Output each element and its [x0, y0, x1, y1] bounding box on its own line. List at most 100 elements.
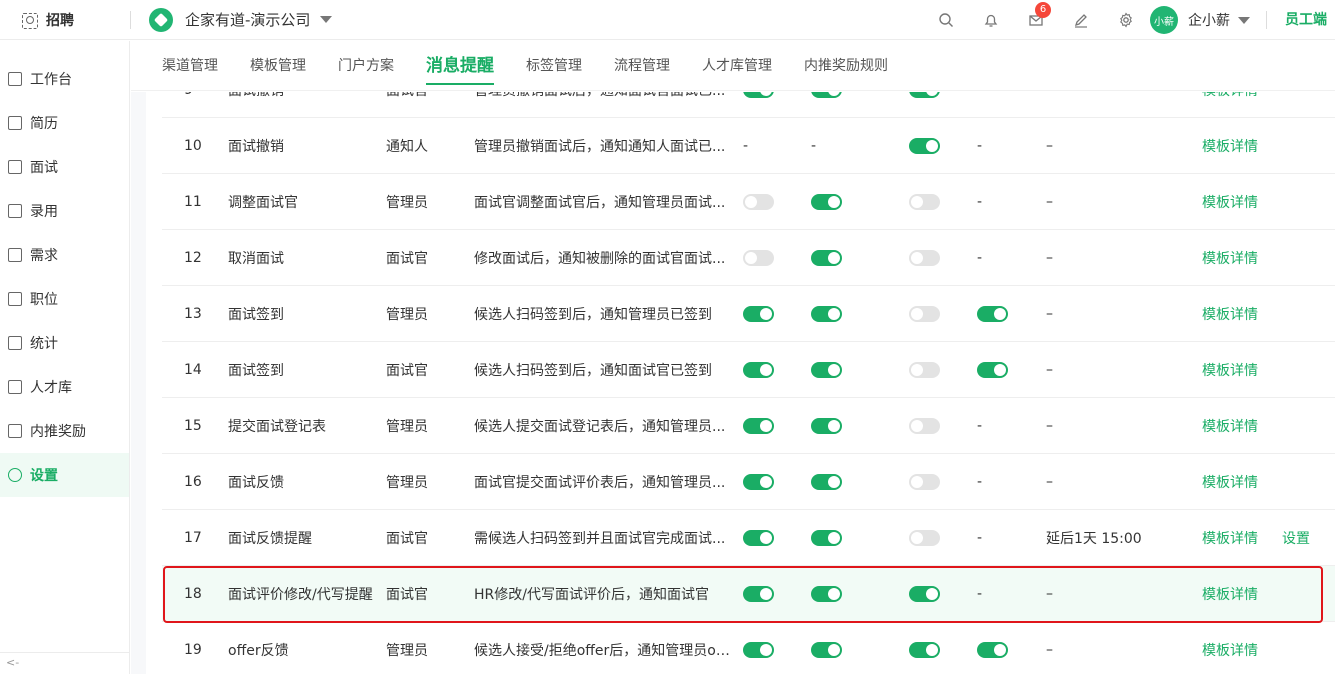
tab-portal[interactable]: 门户方案 [338, 41, 394, 91]
notification-button[interactable] [968, 0, 1013, 40]
user-name: 企小薪 [1188, 13, 1230, 29]
tab-referral-rules[interactable]: 内推奖励规则 [804, 41, 888, 91]
channel-toggle-3[interactable] [909, 473, 940, 490]
channel-toggle-1[interactable] [743, 417, 774, 434]
sidebar-item-stats[interactable]: 统计 [0, 321, 129, 365]
channel-toggle-1[interactable] [743, 305, 774, 322]
mail-button[interactable]: 6 [1013, 0, 1058, 40]
channel-toggle-1[interactable] [743, 529, 774, 546]
channel-toggle-1[interactable] [743, 585, 774, 602]
channel-toggle-2[interactable] [811, 529, 842, 546]
sidebar-item-position[interactable]: 职位 [0, 277, 129, 321]
channel-toggle-2[interactable] [811, 305, 842, 322]
sidebar-item-settings[interactable]: 设置 [0, 453, 129, 497]
reminder-description: 候选人扫码签到后，通知管理员已签到 [474, 306, 712, 323]
send-delay: – [1046, 193, 1053, 210]
recipient-role: 面试官 [386, 92, 428, 100]
channel-toggle-1[interactable] [743, 641, 774, 658]
sidebar-item-talent-pool[interactable]: 人才库 [0, 365, 129, 409]
channel-toggle-2[interactable] [811, 585, 842, 602]
channel-toggle-3[interactable] [909, 641, 940, 658]
channel-toggle-2[interactable] [811, 193, 842, 210]
recipient-role: 管理员 [386, 194, 428, 211]
toggle-cell [909, 641, 940, 658]
channel-toggle-2[interactable] [811, 473, 842, 490]
template-detail-link[interactable]: 模板详情 [1202, 416, 1258, 436]
channel-toggle-3[interactable] [909, 193, 940, 210]
channel-toggle-3[interactable] [909, 417, 940, 434]
channel-toggle-2[interactable] [811, 641, 842, 658]
channel-toggle-1[interactable] [743, 473, 774, 490]
template-detail-link[interactable]: 模板详情 [1202, 584, 1258, 604]
channel-toggle-2[interactable] [811, 417, 842, 434]
sidebar-item-demand[interactable]: 需求 [0, 233, 129, 277]
channel-toggle-1[interactable] [743, 193, 774, 210]
table-row: 13 面试签到 管理员 候选人扫码签到后，通知管理员已签到 – 模板详情 [162, 286, 1335, 342]
channel-toggle-3[interactable] [909, 361, 940, 378]
sidebar-item-referral[interactable]: 内推奖励 [0, 409, 129, 453]
table-row: 17 面试反馈提醒 面试官 需候选人扫码签到并且面试官完成面试... - 延后1天 15:… [162, 510, 1335, 566]
table-row: 10 面试撤销 通知人 管理员撤销面试后，通知通知人面试已... - - - – 模板详情 [162, 118, 1335, 174]
tab-channel[interactable]: 渠道管理 [162, 41, 218, 91]
talent-pool-icon [8, 380, 22, 394]
row-number: 12 [184, 249, 202, 266]
channel-toggle-3[interactable] [909, 92, 940, 98]
row-number: 18 [184, 585, 202, 602]
company-switcher[interactable]: 企家有道-演示公司 [149, 7, 333, 32]
user-menu[interactable]: 小薪 企小薪 [1150, 6, 1250, 34]
channel-toggle-1[interactable] [743, 92, 774, 98]
channel-toggle-2[interactable] [811, 361, 842, 378]
search-button[interactable] [923, 0, 968, 40]
toggle-cell [743, 305, 774, 322]
mail-badge: 6 [1035, 2, 1051, 18]
channel-toggle-4[interactable] [977, 641, 1008, 658]
collapse-sidebar-button[interactable]: <- [0, 652, 130, 674]
channel-toggle-4[interactable] [977, 305, 1008, 322]
template-detail-link[interactable]: 模板详情 [1202, 248, 1258, 268]
tab-talent-pool[interactable]: 人才库管理 [702, 41, 772, 91]
row-number: 15 [184, 417, 202, 434]
tab-message-reminder[interactable]: 消息提醒 [426, 41, 494, 91]
sidebar-item-label: 职位 [30, 292, 58, 308]
top-bar: 招聘 企家有道-演示公司 6 小薪 企小薪 员工端 [0, 0, 1335, 40]
send-delay: – [1046, 417, 1053, 434]
toggle-cell [811, 417, 842, 434]
channel-toggle-3[interactable] [909, 305, 940, 322]
tab-tags[interactable]: 标签管理 [526, 41, 582, 91]
empty-value: - [977, 193, 983, 210]
reminder-name: offer反馈 [228, 642, 289, 659]
settings-link[interactable]: 设置 [1282, 528, 1310, 548]
channel-toggle-1[interactable] [743, 361, 774, 378]
employee-side-link[interactable]: 员工端 [1266, 11, 1327, 29]
toggle-cell [811, 193, 842, 210]
channel-toggle-1[interactable] [743, 249, 774, 266]
sidebar-item-resume[interactable]: 简历 [0, 101, 129, 145]
sidebar-item-hire[interactable]: 录用 [0, 189, 129, 233]
settings-button[interactable] [1103, 0, 1148, 40]
sidebar-item-interview[interactable]: 面试 [0, 145, 129, 189]
tab-template[interactable]: 模板管理 [250, 41, 306, 91]
channel-toggle-2[interactable] [811, 92, 842, 98]
company-name: 企家有道-演示公司 [185, 11, 311, 29]
channel-toggle-3[interactable] [909, 249, 940, 266]
channel-toggle-3[interactable] [909, 137, 940, 154]
edit-button[interactable] [1058, 0, 1103, 40]
channel-toggle-3[interactable] [909, 529, 940, 546]
sidebar-item-workbench[interactable]: 工作台 [0, 57, 129, 101]
template-detail-link[interactable]: 模板详情 [1202, 472, 1258, 492]
template-detail-link[interactable]: 模板详情 [1202, 528, 1258, 548]
template-detail-link[interactable]: 模板详情 [1202, 136, 1258, 156]
recipient-role: 面试官 [386, 250, 428, 267]
template-detail-link[interactable]: 模板详情 [1202, 360, 1258, 380]
template-detail-link[interactable]: 模板详情 [1202, 304, 1258, 324]
channel-toggle-4[interactable] [977, 361, 1008, 378]
template-detail-link[interactable]: 模板详情 [1202, 192, 1258, 212]
template-detail-link[interactable]: 模板详情 [1202, 640, 1258, 660]
avatar: 小薪 [1150, 6, 1178, 34]
template-detail-link[interactable]: 模板详情 [1202, 92, 1258, 100]
channel-toggle-2[interactable] [811, 249, 842, 266]
channel-toggle-3[interactable] [909, 585, 940, 602]
reminder-description: 面试官调整面试官后，通知管理员面试... [474, 194, 726, 211]
tab-process[interactable]: 流程管理 [614, 41, 670, 91]
module-switcher[interactable]: 招聘 [0, 0, 130, 40]
